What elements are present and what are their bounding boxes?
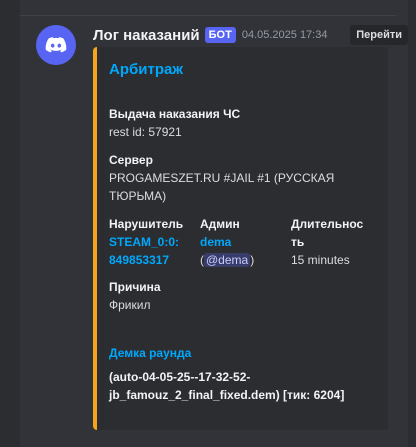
left-gutter (0, 0, 20, 447)
right-gutter (408, 0, 416, 447)
timestamp: 04.05.2025 17:34 (241, 29, 328, 41)
field-reason-name: Причина (109, 280, 161, 294)
field-server-value-line2: ТЮРЬМА) (109, 189, 167, 203)
message: Лог наказаний БОТ 04.05.2025 17:34 Перей… (20, 16, 408, 447)
avatar[interactable] (36, 25, 76, 65)
goto-button[interactable]: Перейти (350, 25, 408, 45)
field-reason-value: Фрикил (109, 298, 151, 312)
field-admin-name: Админ (200, 217, 240, 231)
admin-link[interactable]: dema (200, 233, 254, 251)
mention-close-paren: ) (250, 253, 255, 267)
field-punishment: Выдача наказания ЧС rest id: 57921 (109, 105, 240, 141)
field-duration-name-line2: ть (291, 235, 305, 249)
bot-badge: БОТ (204, 27, 236, 43)
field-duration-value: 15 minutes (291, 253, 350, 267)
field-duration: Длительнос ть 15 minutes (291, 215, 363, 269)
field-duration-name-line1: Длительнос (291, 217, 364, 231)
field-punishment-name: Выдача наказания ЧС (109, 107, 241, 121)
violator-steam-link-line1[interactable]: STEAM_0:0: (109, 233, 183, 251)
field-punishment-value: rest id: 57921 (109, 125, 182, 139)
admin-mention[interactable]: @dema (204, 253, 251, 267)
field-violator: Нарушитель STEAM_0:0: 849853317 (109, 215, 183, 269)
field-reason: Причина Фрикил (109, 278, 161, 314)
violator-steam-link-line2[interactable]: 849853317 (109, 251, 183, 269)
demo-link[interactable]: Демка раунда (109, 344, 191, 362)
author-name[interactable]: Лог наказаний (93, 27, 200, 44)
admin-mention-line: (@dema) (200, 251, 254, 269)
field-demo-value: (auto-04-05-25--17-32-52- jb_famouz_2_fi… (109, 368, 344, 404)
field-server-name: Сервер (109, 153, 153, 167)
discord-logo-icon (45, 37, 67, 53)
field-server-value-line1: PROGAMESZET.RU #JAIL #1 (РУССКАЯ (109, 171, 335, 185)
demo-file-line1: (auto-04-05-25--17-32-52- (109, 370, 251, 384)
embed-card: Арбитраж Выдача наказания ЧС rest id: 57… (93, 47, 388, 430)
field-admin: Админ dema (@dema) (200, 215, 254, 269)
demo-file-line2: jb_famouz_2_final_fixed.dem) [тик: 6204] (109, 388, 345, 402)
field-demo: Демка раунда (109, 344, 191, 362)
embed-title: Арбитраж (109, 61, 183, 78)
field-violator-name: Нарушитель (109, 217, 184, 231)
message-header: Лог наказаний БОТ 04.05.2025 17:34 Перей… (93, 25, 408, 45)
field-server: Сервер PROGAMESZET.RU #JAIL #1 (РУССКАЯ … (109, 151, 334, 205)
